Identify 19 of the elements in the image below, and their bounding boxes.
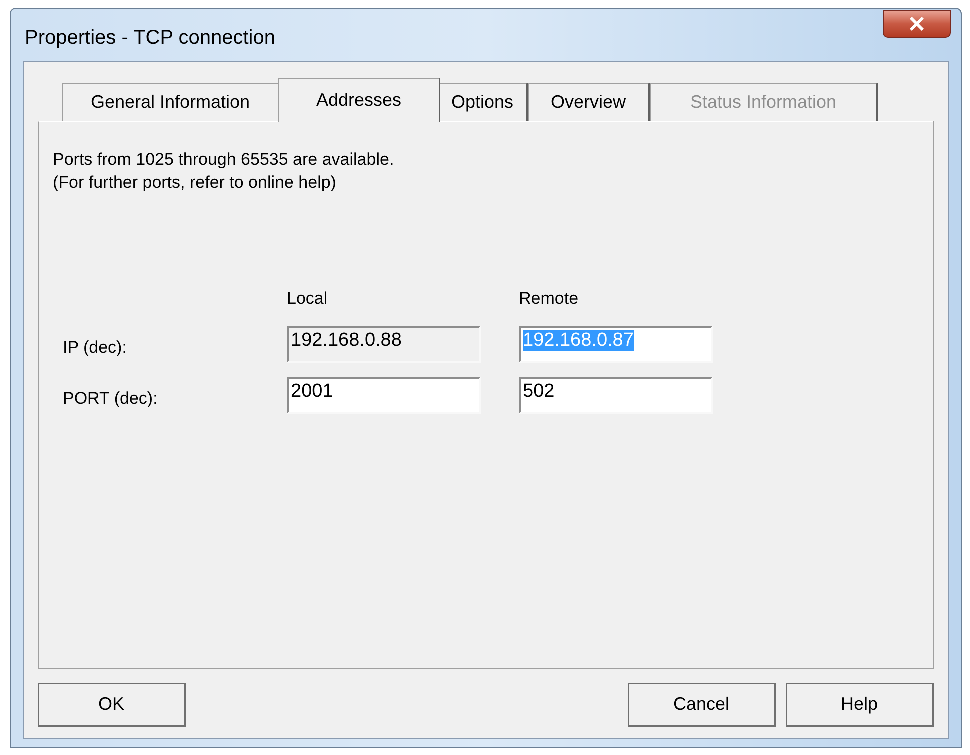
input-field[interactable]: 2001 bbox=[287, 377, 481, 414]
input-field[interactable]: 192.168.0.88 bbox=[287, 326, 481, 363]
field-label: PORT (dec): bbox=[63, 388, 159, 410]
window-title: Properties - TCP connection bbox=[25, 26, 276, 51]
dialog-button[interactable]: Cancel bbox=[628, 683, 776, 727]
info-text: Ports from 1025 through 65535 are available. bbox=[53, 149, 396, 171]
field-label: IP (dec): bbox=[63, 336, 128, 359]
close-button[interactable] bbox=[883, 10, 951, 38]
tab[interactable]: Overview bbox=[528, 83, 650, 121]
tab[interactable]: Options bbox=[438, 83, 528, 121]
column-heading: Remote bbox=[519, 289, 579, 308]
dialog-button[interactable]: OK bbox=[38, 683, 186, 727]
tab[interactable]: General Information bbox=[62, 83, 280, 121]
input-field[interactable]: 502 bbox=[519, 377, 713, 414]
info-text: (For further ports, refer to online help) bbox=[53, 172, 338, 194]
close-icon bbox=[909, 17, 925, 31]
dialog-button[interactable]: Help bbox=[786, 683, 934, 727]
tab[interactable]: Addresses bbox=[278, 78, 440, 122]
column-heading: Local bbox=[287, 289, 328, 308]
